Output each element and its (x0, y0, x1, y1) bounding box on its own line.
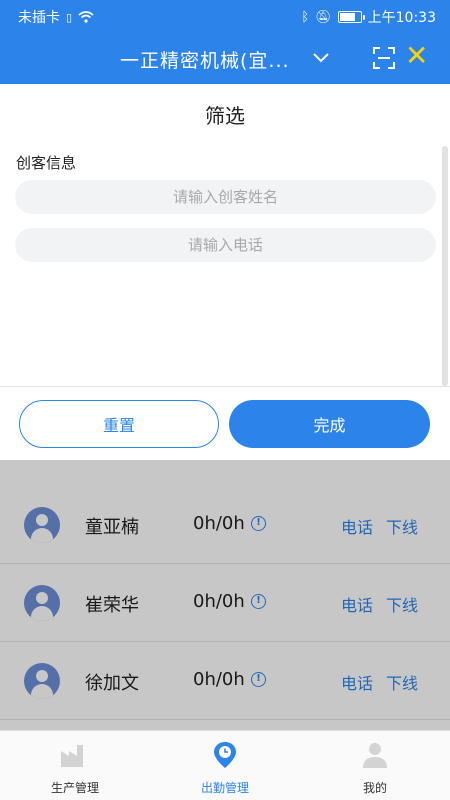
battery-icon (337, 11, 365, 23)
tab-label: 出勤管理 (200, 781, 249, 795)
location-clock-icon (214, 742, 236, 768)
mute-bell-icon: 🔕︎ (315, 9, 332, 25)
tab-production[interactable]: 生产管理 (0, 731, 150, 800)
filter-title: 筛选 (205, 104, 245, 128)
app-header: 一正精密机械(宜... ✕ (0, 34, 450, 84)
reset-button[interactable]: 重置 (19, 400, 219, 448)
tab-mine[interactable]: 我的 (300, 731, 450, 800)
modal-overlay[interactable] (0, 460, 450, 730)
clock-text: 上午10:33 (367, 10, 436, 26)
phone-input[interactable] (15, 228, 436, 262)
wifi-icon (78, 11, 94, 23)
bottom-tab-bar: 生产管理 出勤管理 我的 (0, 730, 450, 800)
chevron-down-icon[interactable] (312, 52, 330, 64)
done-button[interactable]: 完成 (229, 400, 430, 448)
tab-label: 生产管理 (50, 781, 99, 795)
status-bar: 未插卡 ▯ ᛒ 🔕︎ 上午10:33 (0, 0, 450, 34)
close-icon[interactable]: ✕ (405, 42, 428, 70)
divider (0, 386, 450, 387)
bluetooth-icon: ᛒ (301, 9, 310, 25)
company-title[interactable]: 一正精密机械(宜... (120, 46, 290, 73)
section-label: 创客信息 (16, 154, 77, 172)
name-input[interactable] (15, 180, 436, 214)
filter-sheet: 筛选 创客信息 重置 完成 (0, 84, 450, 460)
scrollbar[interactable] (442, 146, 448, 386)
tab-label: 我的 (362, 781, 387, 795)
sim-icon: ▯ (66, 10, 73, 24)
person-icon (363, 743, 387, 768)
carrier-text: 未插卡 (18, 10, 60, 26)
tab-attendance[interactable]: 出勤管理 (150, 731, 300, 800)
scan-icon[interactable] (373, 47, 395, 69)
factory-icon (61, 745, 83, 767)
